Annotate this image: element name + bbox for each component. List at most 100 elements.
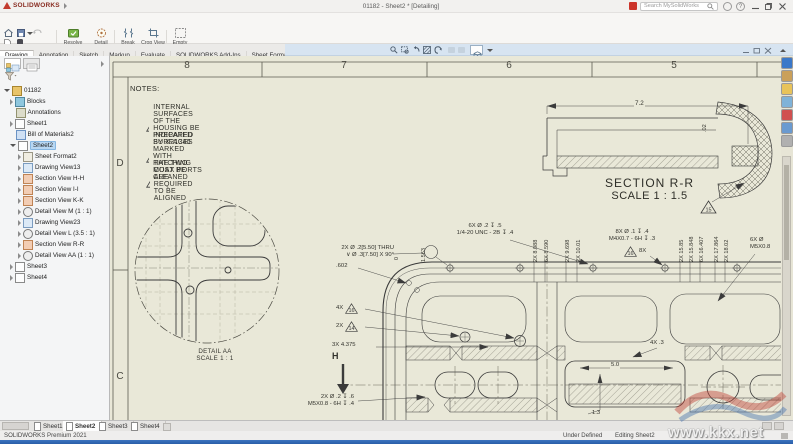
dim-1563[interactable]: 1.563: [421, 248, 428, 262]
detail-aa-geometry[interactable]: [134, 199, 280, 343]
view-orientation-icon[interactable]: [470, 45, 483, 55]
status-options-icon[interactable]: [781, 433, 788, 439]
expander-icon[interactable]: [18, 220, 21, 226]
vertical-scrollbar[interactable]: [782, 156, 791, 416]
design-library-icon[interactable]: [781, 70, 793, 82]
save-icon[interactable]: [17, 29, 25, 37]
expander-icon[interactable]: [18, 231, 21, 237]
doc-restore-icon[interactable]: [753, 47, 761, 54]
expander-icon[interactable]: [18, 187, 21, 193]
custom-properties-icon[interactable]: [781, 122, 793, 134]
help-icon[interactable]: ?: [736, 2, 745, 11]
expander-icon[interactable]: [18, 154, 21, 160]
callout-cbore[interactable]: 2X Ø .2[5.50] THRU∨ Ø .3[7.50] X 90°: [288, 245, 394, 260]
previous-view-icon[interactable]: [412, 46, 420, 54]
dim-0[interactable]: 0: [394, 257, 401, 260]
doc-close-icon[interactable]: [764, 47, 772, 54]
tree-item-detail-aa[interactable]: Detail View AA (1 : 1): [0, 250, 94, 261]
tree-item-bom[interactable]: Bill of Materials2: [0, 129, 74, 140]
expander-icon[interactable]: [10, 275, 13, 281]
appearances-scenes-icon[interactable]: [781, 109, 793, 121]
tree-item-root[interactable]: 01182: [0, 85, 41, 96]
add-sheet-icon[interactable]: [163, 423, 171, 431]
expander-icon[interactable]: [10, 144, 16, 147]
user-account-icon[interactable]: [723, 2, 732, 11]
section-flag-15[interactable]: 15: [700, 200, 717, 214]
expander-icon[interactable]: [10, 264, 13, 270]
tree-item-detail-l[interactable]: Detail View L (3.5 : 1): [0, 228, 95, 239]
file-explorer-icon[interactable]: [781, 83, 793, 95]
forum-icon[interactable]: [781, 135, 793, 147]
callout-6x-right[interactable]: 6X ØM5X0.8: [750, 237, 770, 252]
tree-item-sheet3[interactable]: Sheet3: [0, 261, 47, 272]
dim-5-0[interactable]: 5.0: [610, 362, 620, 369]
dim-602[interactable]: .602: [336, 263, 347, 270]
scrollbar-thumb[interactable]: [784, 165, 789, 260]
ordinate-dim[interactable]: 2X 15.85: [679, 240, 686, 262]
tree-item-sheet1[interactable]: Sheet1: [0, 118, 47, 129]
close-icon[interactable]: [776, 1, 788, 11]
expander-icon[interactable]: [18, 209, 21, 215]
view-palette-icon[interactable]: [781, 96, 793, 108]
expander-icon[interactable]: [10, 121, 13, 127]
callout-4x-flag[interactable]: 4X 16: [336, 303, 358, 314]
expander-icon[interactable]: [4, 89, 10, 92]
expander-icon[interactable]: [18, 242, 21, 248]
restore-icon[interactable]: [762, 1, 774, 11]
ordinate-dim[interactable]: 2X 15.848: [689, 236, 696, 262]
ordinate-dim[interactable]: 2X 10.01: [576, 240, 583, 262]
ordinate-dim[interactable]: 6X 8.590: [544, 240, 551, 262]
tree-item-drawing-view13[interactable]: Drawing View13: [0, 162, 80, 173]
expander-icon[interactable]: [10, 99, 13, 105]
detail-aa-label[interactable]: DETAIL AASCALE 1 : 1: [165, 348, 265, 362]
ordinate-dim[interactable]: 6X 16.407: [699, 236, 706, 262]
expander-icon[interactable]: [18, 253, 21, 259]
tree-item-drawing-view23[interactable]: Drawing View23: [0, 217, 80, 228]
note-15[interactable]: 15 THE TWO COAX PORTS ARE REQUIRED TO BE…: [146, 160, 204, 202]
logo-expand-icon[interactable]: [64, 3, 67, 9]
tree-item-detail-m[interactable]: Detail View M (1 : 1): [0, 206, 92, 217]
minimize-icon[interactable]: [749, 1, 761, 11]
callout-2x-tap[interactable]: 2X Ø .2 ↧ .6M5X0.8 - 6H ↧ .4: [278, 394, 354, 409]
hide-show-items-icon[interactable]: [448, 47, 455, 53]
tree-item-section-hh[interactable]: Section View H-H: [0, 173, 84, 184]
dim-02[interactable]: .02: [702, 124, 709, 132]
dim-7-2[interactable]: 7.2: [634, 100, 645, 108]
tree-item-sheet-format2[interactable]: Sheet Format2: [0, 151, 77, 162]
expander-icon[interactable]: [18, 198, 21, 204]
expander-icon[interactable]: [18, 176, 21, 182]
doc-minimize-icon[interactable]: [742, 47, 750, 54]
expander-icon[interactable]: [18, 165, 21, 171]
feature-tree-tab[interactable]: [4, 58, 21, 69]
ordinate-dim[interactable]: 2X 8.088: [533, 240, 540, 262]
edit-appearance-icon[interactable]: [458, 47, 465, 53]
search-input[interactable]: Search MySolidWorks: [640, 2, 718, 11]
dim-1-3[interactable]: 1.3: [592, 410, 600, 417]
property-manager-tab[interactable]: [23, 58, 40, 69]
ordinate-dim[interactable]: 2X 17.864: [714, 236, 721, 262]
callout-flag16-8x[interactable]: 16 8X: [624, 246, 646, 257]
dim-4x-3[interactable]: 4X .3: [650, 340, 664, 347]
callout-8x-tap[interactable]: 8X Ø .1 ↧ .4M4X0.7 - 6H ↧ .3: [588, 229, 676, 244]
ordinate-dim[interactable]: 2X 9.698: [565, 240, 572, 262]
dim-3x-4375[interactable]: 3X 4.375: [332, 342, 356, 349]
tree-item-sheet4[interactable]: Sheet4: [0, 272, 47, 283]
section-arrow-h-label[interactable]: H: [332, 351, 339, 362]
home-icon[interactable]: [4, 29, 13, 37]
tree-item-section-ii[interactable]: Section View I-I: [0, 184, 79, 195]
view-settings-caret-icon[interactable]: [487, 49, 493, 52]
collapse-ribbon-icon[interactable]: [780, 49, 786, 52]
callout-6x-tap[interactable]: 6X Ø .2 ↧ .51/4-20 UNC - 2B ↧ .4: [435, 223, 535, 238]
callout-2x-flag[interactable]: 2X 14: [336, 321, 358, 332]
ordinate-dim[interactable]: 2X 18.02: [724, 240, 731, 262]
tree-item-section-rr[interactable]: Section View R-R: [0, 239, 84, 250]
tree-item-annotations[interactable]: Annotations: [0, 107, 61, 118]
section-view-icon[interactable]: [423, 46, 431, 54]
rotate-view-icon[interactable]: [434, 46, 442, 54]
tree-item-blocks[interactable]: Blocks: [0, 96, 46, 107]
tree-item-sheet2[interactable]: Sheet2: [0, 140, 56, 151]
zoom-area-icon[interactable]: [401, 46, 409, 54]
horizontal-scrollbar[interactable]: [2, 422, 29, 430]
undo-icon[interactable]: [33, 29, 42, 37]
drawing-sheet[interactable]: 8 7 6 5 D C NOTES: 13 INTERNAL SURFACES …: [110, 56, 793, 420]
